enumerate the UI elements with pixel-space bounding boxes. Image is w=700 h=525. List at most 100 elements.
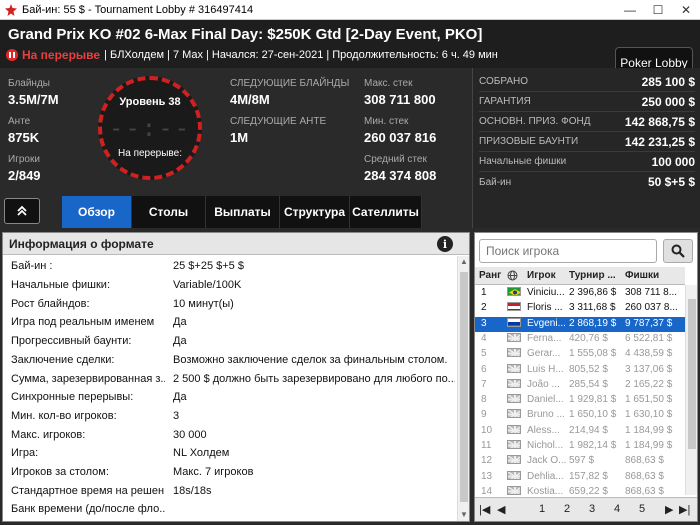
close-icon[interactable]: ✕ bbox=[672, 0, 700, 20]
collapse-button[interactable] bbox=[4, 198, 40, 224]
tab-payouts[interactable]: Выплаты bbox=[206, 196, 280, 228]
tournament-title: Grand Prix KO #02 6-Max Final Day: $250K… bbox=[8, 26, 483, 43]
player-row[interactable]: 4 Ferna... 420,76 $ 6 522,81 $ bbox=[475, 332, 685, 347]
format-row: Бай-ин : 25 $+25 $+5 $ bbox=[3, 257, 455, 276]
players-scrollbar[interactable] bbox=[685, 285, 697, 495]
format-info-panel: Информация о формате i Бай-ин : 25 $+25 $… bbox=[2, 232, 470, 522]
scroll-thumb[interactable] bbox=[460, 272, 468, 502]
player-row[interactable]: 7 João ... 285,54 $ 2 165,22 $ bbox=[475, 378, 685, 393]
player-chips: 9 787,37 $ bbox=[625, 317, 673, 329]
scroll-down-icon[interactable]: ▼ bbox=[458, 509, 470, 521]
tab-structure[interactable]: Структура bbox=[280, 196, 350, 228]
max-stack-label: Макс. стек bbox=[364, 78, 413, 89]
format-row-label: Игроков за столом: bbox=[11, 466, 109, 479]
flag-icon bbox=[507, 332, 521, 342]
player-rank: 12 bbox=[481, 455, 493, 467]
format-row-value: 3 bbox=[173, 409, 180, 422]
player-rank: 6 bbox=[481, 363, 487, 375]
player-search-input[interactable] bbox=[479, 239, 657, 263]
players-value: 2/849 bbox=[8, 168, 41, 183]
scroll-thumb[interactable] bbox=[688, 299, 696, 449]
page-link[interactable]: 1 bbox=[539, 503, 545, 515]
flag-icon bbox=[507, 455, 521, 465]
flag-icon bbox=[507, 363, 521, 373]
player-name: Evgeni... bbox=[527, 317, 566, 329]
player-row[interactable]: 12 Jack O... 597 $ 868,63 $ bbox=[475, 454, 685, 469]
scroll-up-icon[interactable]: ▲ bbox=[458, 256, 470, 268]
player-tournament: 659,22 $ bbox=[569, 485, 608, 497]
minimize-icon[interactable]: — bbox=[616, 0, 644, 20]
player-name: Kostia... bbox=[527, 485, 564, 497]
first-page-icon[interactable]: |◀ bbox=[479, 503, 490, 516]
player-row[interactable]: 8 Daniel... 1 929,81 $ 1 651,50 $ bbox=[475, 393, 685, 408]
stat-row: ОСНОВН. ПРИЗ. ФОНД 142 868,75 $ bbox=[479, 112, 695, 132]
page-link[interactable]: 5 bbox=[639, 503, 645, 515]
stat-row: СОБРАНО 285 100 $ bbox=[479, 72, 695, 92]
last-page-icon[interactable]: ▶| bbox=[679, 503, 690, 516]
next-page-icon[interactable]: ▶ bbox=[665, 503, 673, 516]
page-link[interactable]: 3 bbox=[589, 503, 595, 515]
next-blinds-value: 4M/8M bbox=[230, 92, 270, 107]
player-name: Dehlia... bbox=[527, 470, 564, 482]
player-row[interactable]: 13 Dehlia... 157,82 $ 868,63 $ bbox=[475, 470, 685, 485]
player-rank: 1 bbox=[481, 287, 487, 298]
player-tournament: 214,94 $ bbox=[569, 424, 608, 436]
tab-overview[interactable]: Обзор bbox=[62, 196, 132, 228]
format-scrollbar[interactable]: ▲ ▼ bbox=[457, 256, 469, 521]
player-chips: 4 438,59 $ bbox=[625, 348, 673, 360]
players-label: Игроки bbox=[8, 154, 40, 165]
info-icon[interactable]: i bbox=[437, 236, 453, 252]
player-row[interactable]: 6 Luis H... 805,52 $ 3 137,06 $ bbox=[475, 363, 685, 378]
prize-stats-panel: СОБРАНО 285 100 $ ГАРАНТИЯ 250 000 $ ОСНОВ… bbox=[472, 68, 700, 228]
format-row: Игра под реальным именем Да bbox=[3, 313, 455, 332]
col-chips[interactable]: Фишки bbox=[625, 270, 659, 281]
format-row: Мин. кол-во игроков: 3 bbox=[3, 407, 455, 426]
flag-icon bbox=[507, 378, 521, 388]
player-row[interactable]: 9 Bruno ... 1 650,10 $ 1 630,10 $ bbox=[475, 408, 685, 423]
col-rank[interactable]: Ранг bbox=[479, 270, 501, 281]
maximize-icon[interactable]: ☐ bbox=[644, 0, 672, 20]
player-row[interactable]: 5 Gerar... 1 555,08 $ 4 438,59 $ bbox=[475, 347, 685, 362]
player-row[interactable]: 3 Evgeni... 2 868,19 $ 9 787,37 $ bbox=[475, 316, 685, 332]
min-stack-value: 260 037 816 bbox=[364, 130, 437, 145]
col-player[interactable]: Игрок bbox=[527, 270, 556, 281]
player-rank: 7 bbox=[481, 378, 487, 390]
player-chips: 3 137,06 $ bbox=[625, 363, 673, 375]
format-row-label: Сумма, зарезервированная з... bbox=[11, 372, 165, 385]
window-titlebar: Бай-ин: 55 $ - Tournament Lobby # 316497… bbox=[0, 0, 700, 20]
prev-page-icon[interactable]: ◀ bbox=[497, 503, 505, 516]
stat-row: ГАРАНТИЯ 250 000 $ bbox=[479, 92, 695, 112]
player-chips: 1 630,10 $ bbox=[625, 409, 673, 421]
page-link[interactable]: 4 bbox=[614, 503, 620, 515]
player-tournament: 1 929,81 $ bbox=[569, 394, 617, 406]
globe-icon bbox=[507, 270, 518, 284]
search-button[interactable] bbox=[663, 239, 693, 263]
player-row[interactable]: 10 Aless... 214,94 $ 1 184,99 $ bbox=[475, 424, 685, 439]
format-row-label: Начальные фишки: bbox=[11, 279, 111, 292]
player-chips: 868,63 $ bbox=[625, 470, 664, 482]
player-row[interactable]: 1 Viniciu... 2 396,86 $ 308 711 8... bbox=[475, 286, 685, 301]
player-chips: 6 522,81 $ bbox=[625, 332, 673, 344]
ante-value: 875K bbox=[8, 130, 40, 145]
format-row-value: 25 $+25 $+5 $ bbox=[173, 260, 244, 273]
format-row: Стандартное время на решен... 18s/18s bbox=[3, 481, 455, 500]
player-tournament: 2 396,86 $ bbox=[569, 287, 617, 298]
clock-digits: --:-- bbox=[108, 114, 192, 142]
format-row-label: Банк времени (до/после фло... bbox=[11, 503, 165, 516]
stat-row: Бай-ин 50 $+5 $ bbox=[479, 175, 695, 189]
col-tournament[interactable]: Турнир ... bbox=[569, 270, 616, 281]
player-tournament: 285,54 $ bbox=[569, 378, 608, 390]
player-row[interactable]: 2 Floris ... 3 311,68 $ 260 037 8... bbox=[475, 301, 685, 316]
player-row[interactable]: 11 Nichol... 1 982,14 $ 1 184,99 $ bbox=[475, 439, 685, 454]
player-tournament: 1 555,08 $ bbox=[569, 348, 617, 360]
player-tournament: 1 982,14 $ bbox=[569, 440, 617, 451]
format-row-value: 18s/18s bbox=[173, 484, 212, 497]
blinds-label: Блайнды bbox=[8, 78, 50, 89]
tournament-details: | БЛХолдем | 7 Max | Начался: 27-сен-202… bbox=[104, 49, 498, 61]
page-link[interactable]: 2 bbox=[564, 503, 570, 515]
tab-tables[interactable]: Столы bbox=[132, 196, 206, 228]
format-row-value: Макс. 7 игроков bbox=[173, 466, 254, 479]
tab-satellites[interactable]: Сателлиты bbox=[350, 196, 422, 228]
player-rank: 14 bbox=[481, 485, 493, 497]
flag-icon bbox=[507, 470, 521, 480]
